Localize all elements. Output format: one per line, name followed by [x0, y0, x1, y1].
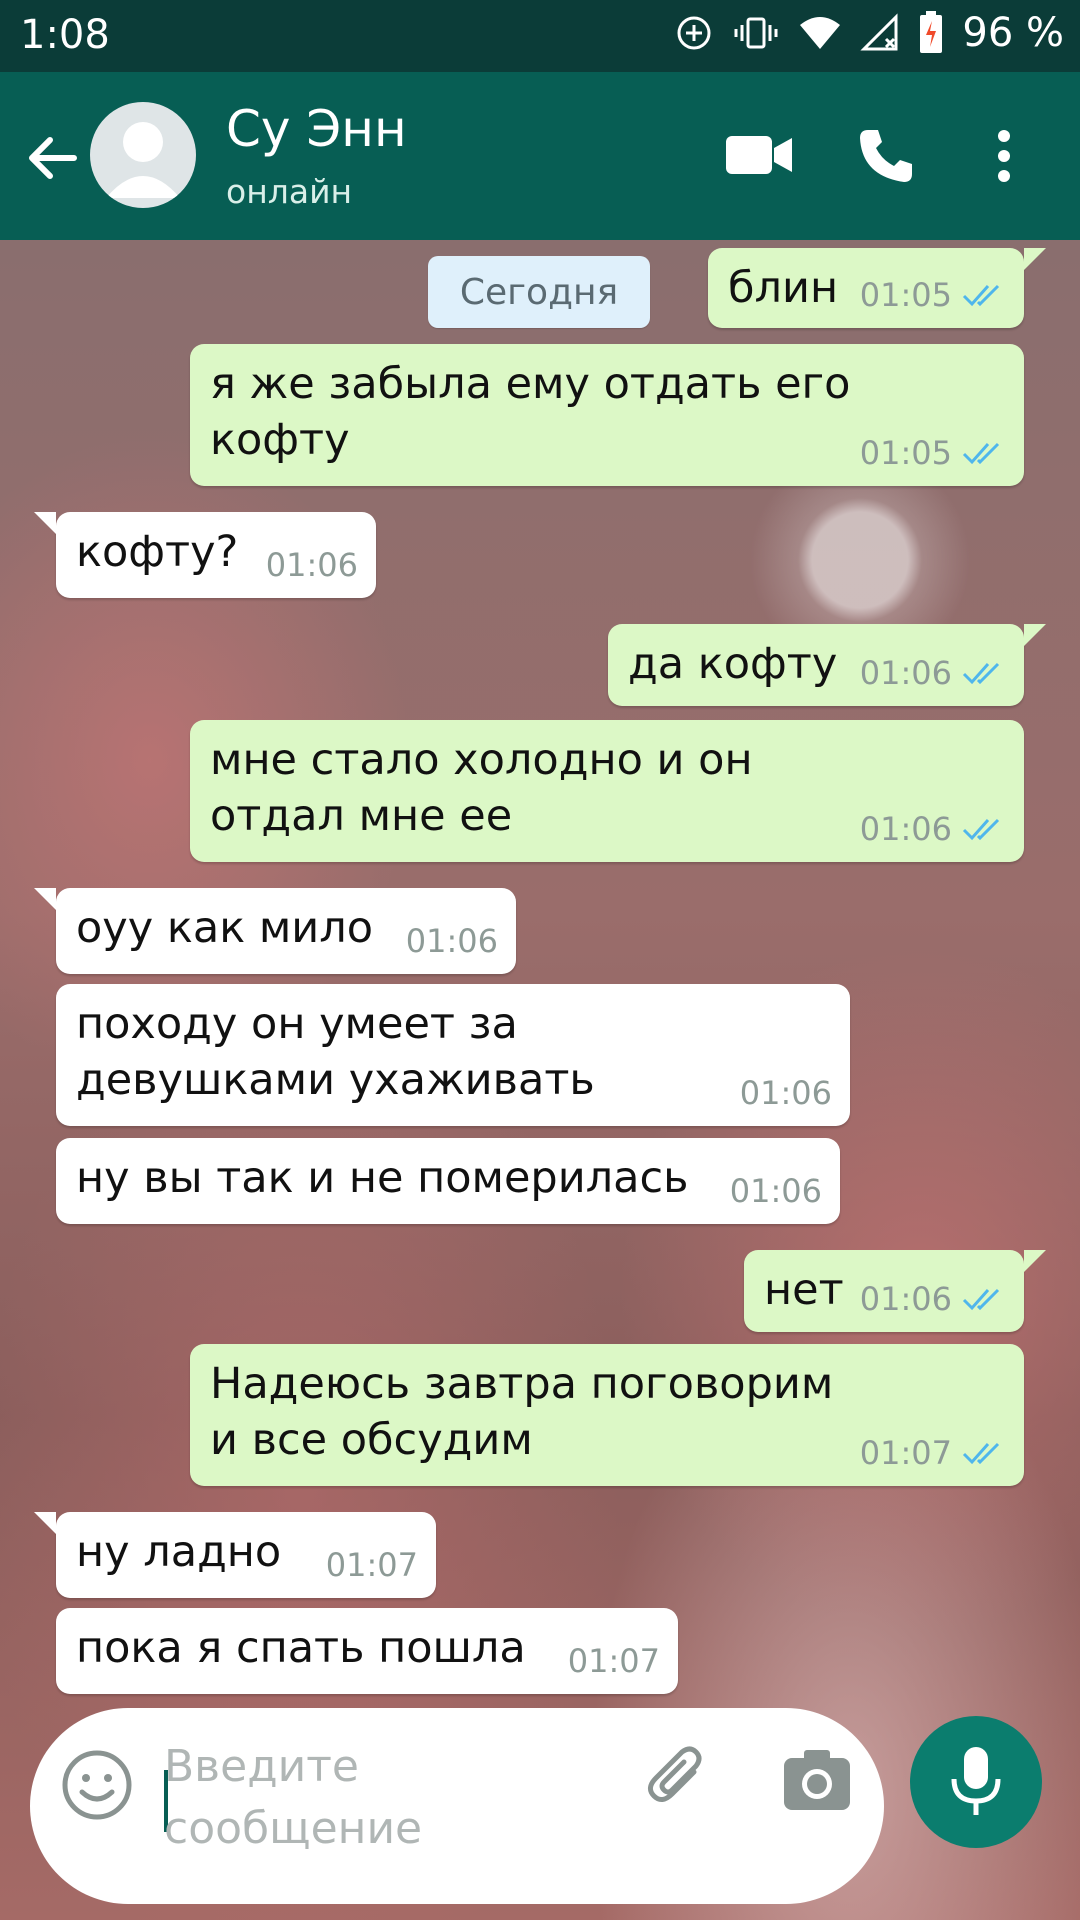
clock: 1:08 [20, 12, 110, 58]
message-text: ну ладно [76, 1527, 282, 1577]
message-time: 01:07 [859, 1434, 952, 1472]
message-bubble[interactable]: пока я спать пошла 01:07 [56, 1608, 678, 1694]
message-composer: Введите сообщение [30, 1708, 884, 1904]
message-text: ну вы так и не померилась [76, 1153, 689, 1203]
message-bubble[interactable]: я же забыла ему отдать его кофту 01:05 [190, 344, 1024, 486]
message-meta: 01:06 [860, 1280, 1006, 1318]
message-text: нет [764, 1265, 844, 1315]
status-icons: 96 % [674, 10, 1064, 56]
message-text: походу он умеет за девушками ухаживать [76, 999, 595, 1105]
message-text: да кофту [628, 639, 838, 689]
message-bubble[interactable]: походу он умеет за девушками ухаживать 0… [56, 984, 850, 1126]
vibrate-icon [734, 17, 778, 49]
message-text: пока я спать пошла [76, 1623, 526, 1673]
message-text: блин [728, 263, 839, 313]
message-meta: 01:06 [740, 1074, 832, 1112]
message-bubble[interactable]: да кофту 01:06 [608, 624, 1046, 706]
message-time: 01:06 [265, 546, 358, 584]
message-meta: 01:06 [860, 654, 1006, 692]
message-meta: 01:06 [266, 546, 358, 584]
message-bubble[interactable]: кофту? 01:06 [34, 512, 376, 598]
message-input[interactable]: Введите сообщение [164, 1736, 422, 1860]
chat-header: Су Энн онлайн [0, 72, 1080, 240]
message-time: 01:06 [739, 1074, 832, 1112]
battery-icon [920, 11, 943, 53]
message-bubble[interactable]: ну вы так и не померилась 01:06 [56, 1138, 840, 1224]
video-call-icon[interactable] [726, 134, 792, 176]
contact-status: онлайн [226, 172, 353, 211]
default-avatar-icon [106, 122, 180, 198]
camera-icon[interactable] [782, 1746, 852, 1816]
message-time: 01:06 [729, 1172, 822, 1210]
back-arrow-icon[interactable] [24, 130, 80, 186]
message-bubble[interactable]: мне стало холодно и он отдал мне ее 01:0… [190, 720, 1024, 862]
message-text: Надеюсь завтра поговорим и все обсудим [210, 1359, 834, 1465]
message-time: 01:07 [325, 1546, 418, 1584]
message-bubble[interactable]: блин 01:05 [708, 248, 1046, 328]
message-meta: 01:06 [860, 810, 1006, 848]
message-meta: 01:05 [860, 434, 1006, 472]
contact-name[interactable]: Су Энн [226, 100, 407, 158]
message-meta: 01:07 [860, 1434, 1006, 1472]
message-list[interactable]: Сегодня блин 01:05 я же забыла ему отдат… [0, 240, 1080, 1920]
message-meta: 01:07 [326, 1546, 418, 1584]
read-checkmarks-icon [962, 284, 1000, 307]
attach-icon[interactable] [642, 1742, 716, 1816]
read-checkmarks-icon [962, 1442, 1000, 1465]
avatar[interactable] [90, 102, 196, 208]
read-checkmarks-icon [962, 442, 1000, 465]
message-time: 01:06 [859, 1280, 952, 1318]
message-time: 01:06 [859, 654, 952, 692]
status-bar: 1:08 96 % [0, 0, 1080, 72]
mic-icon [951, 1747, 1001, 1815]
message-meta: 01:05 [860, 276, 1006, 314]
message-time: 01:07 [567, 1642, 660, 1680]
message-text: мне стало холодно и он отдал мне ее [210, 735, 753, 841]
wifi-icon [800, 17, 841, 49]
message-bubble[interactable]: оуу как мило 01:06 [34, 888, 516, 974]
message-time: 01:05 [859, 276, 952, 314]
message-bubble[interactable]: нет 01:06 [744, 1250, 1046, 1332]
phone-icon[interactable] [856, 126, 916, 186]
read-checkmarks-icon [962, 662, 1000, 685]
message-bubble[interactable]: Надеюсь завтра поговорим и все обсудим 0… [190, 1344, 1024, 1486]
message-time: 01:06 [859, 810, 952, 848]
battery-percent: 96 % [962, 10, 1064, 56]
data-saver-icon [677, 16, 711, 50]
emoji-icon[interactable] [60, 1748, 134, 1822]
message-meta: 01:07 [568, 1642, 660, 1680]
signal-icon [860, 13, 898, 51]
message-meta: 01:06 [730, 1172, 822, 1210]
message-time: 01:06 [405, 922, 498, 960]
message-meta: 01:06 [406, 922, 498, 960]
message-text: я же забыла ему отдать его кофту [210, 359, 851, 465]
message-bubble[interactable]: ну ладно 01:07 [34, 1512, 436, 1598]
message-text: оуу как мило [76, 903, 374, 953]
date-divider: Сегодня [428, 256, 650, 328]
more-vert-icon[interactable] [996, 128, 1012, 184]
read-checkmarks-icon [962, 818, 1000, 841]
message-text: кофту? [76, 527, 239, 577]
read-checkmarks-icon [962, 1288, 1000, 1311]
mic-button[interactable] [910, 1716, 1042, 1848]
message-time: 01:05 [859, 434, 952, 472]
